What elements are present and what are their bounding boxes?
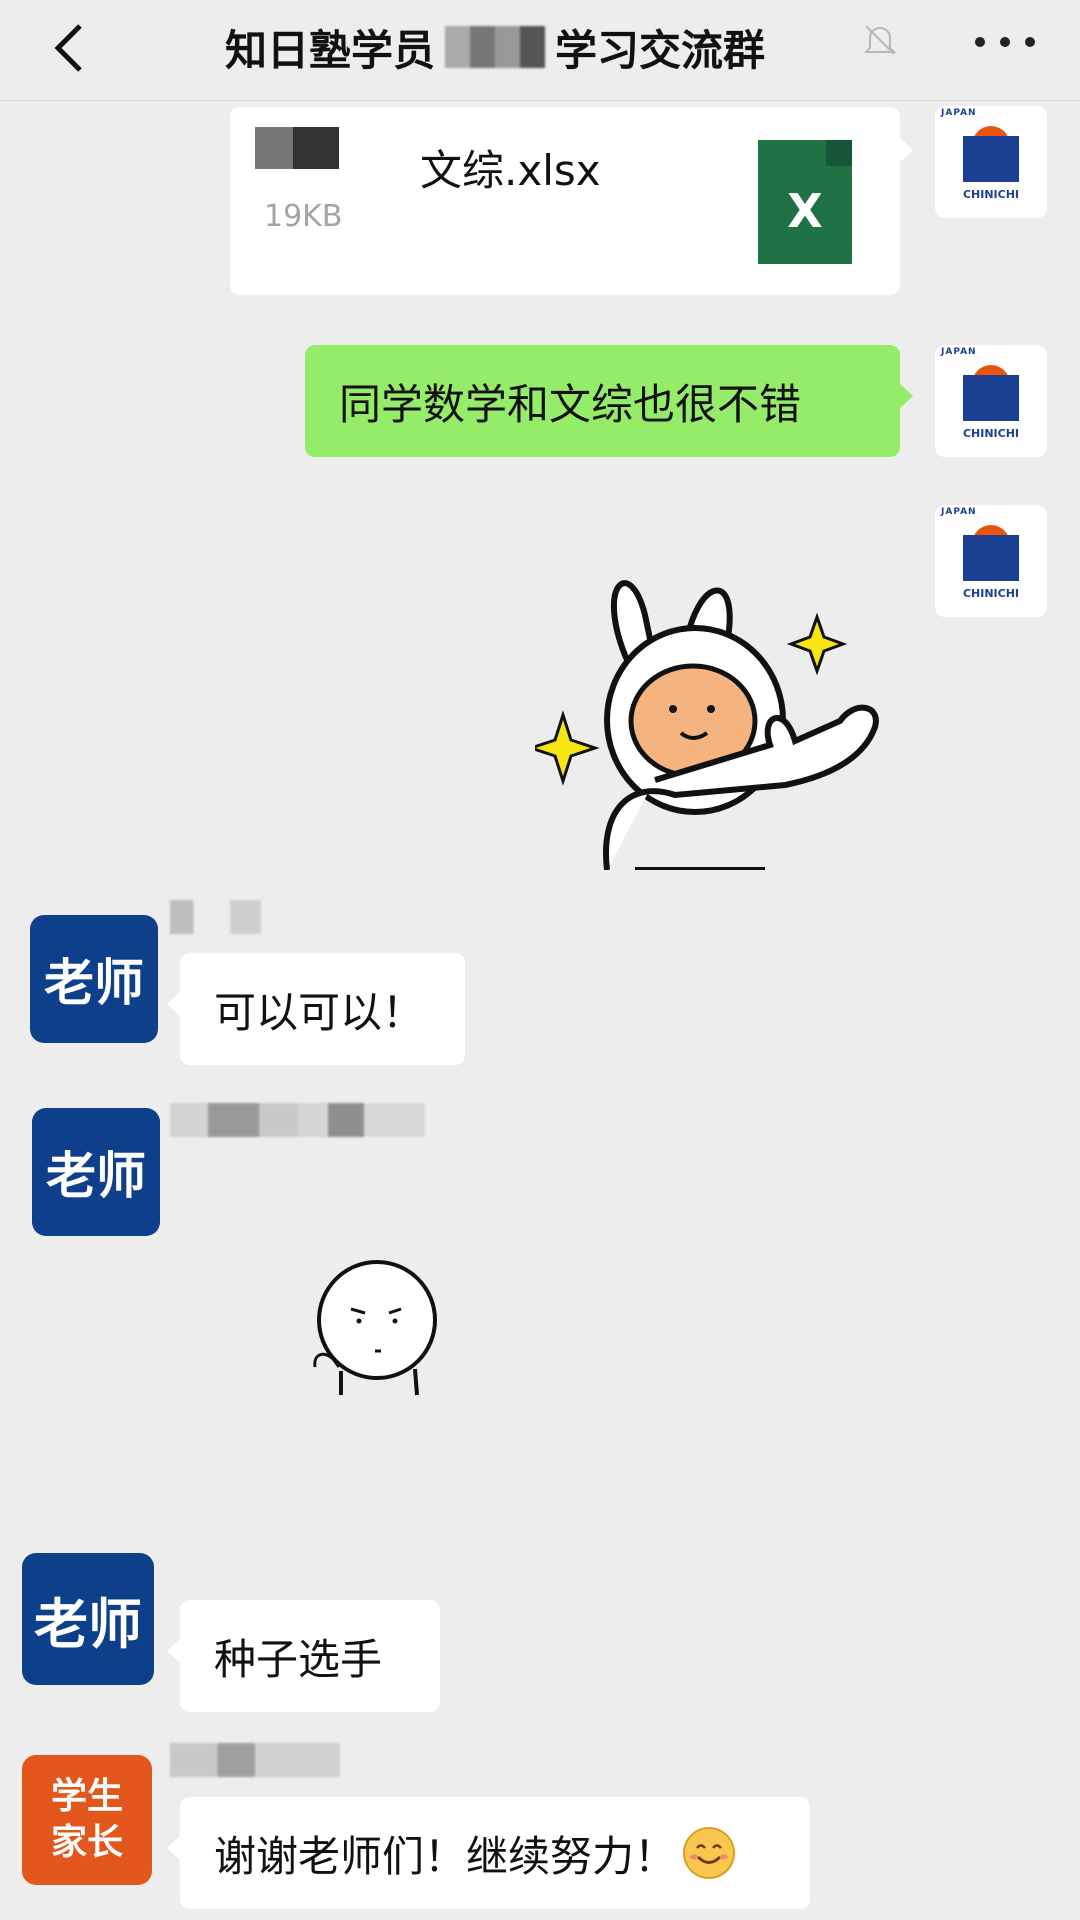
self-message-bubble[interactable]: 同学数学和文综也很不错 (305, 345, 913, 457)
redacted-nickname (170, 1743, 340, 1777)
parent-avatar-line2: 家长 (50, 1822, 123, 1863)
parent-message-bubble[interactable]: 谢谢老师们！继续努力！ (167, 1797, 810, 1909)
teacher-message-text: 种子选手 (214, 1634, 383, 1684)
teacher-message-text: 可以可以！ (214, 987, 425, 1037)
teacher-avatar-label: 老师 (44, 954, 144, 1012)
self-message-text: 同学数学和文综也很不错 (339, 379, 802, 429)
chat-header: 知日塾学员 学习交流群 (0, 0, 1080, 101)
avatar-square-icon (963, 375, 1019, 421)
mute-bell-icon (860, 20, 900, 60)
file-size: 19KB (264, 199, 343, 234)
redacted-block (445, 26, 546, 68)
self-avatar[interactable]: JAPAN CHINICHI (935, 505, 1047, 617)
avatar-brand-tag: JAPAN (941, 347, 977, 357)
excel-file-icon: X (758, 140, 852, 264)
excel-letter: X (787, 184, 823, 238)
teacher-message-bubble[interactable]: 种子选手 (167, 1600, 440, 1712)
redacted-nickname (170, 1103, 425, 1137)
teacher-avatar[interactable]: 老师 (22, 1553, 154, 1685)
teacher-avatar[interactable]: 老师 (30, 915, 158, 1043)
avatar-brand-tag: JAPAN (941, 507, 977, 517)
redacted-nickname (170, 900, 300, 934)
avatar-square-icon (963, 136, 1019, 182)
teacher-message-bubble[interactable]: 可以可以！ (167, 953, 465, 1065)
avatar-brand-caption: CHINICHI (962, 188, 1020, 201)
parent-message-text: 谢谢老师们！继续努力！ (214, 1831, 677, 1881)
file-message[interactable]: 文综.xlsx 19KB X (230, 107, 913, 295)
teacher-avatar[interactable]: 老师 (32, 1108, 160, 1236)
avatar-brand-caption: CHINICHI (962, 587, 1020, 600)
rabbit-thumbs-up-sticker[interactable] (535, 545, 900, 870)
chat-title-prefix: 知日塾学员 (225, 25, 436, 75)
redacted-thumbnail (255, 127, 339, 169)
thinking-face-sticker[interactable] (305, 1255, 445, 1405)
more-icon[interactable] (975, 22, 1035, 62)
smile-emoji-icon (683, 1827, 736, 1879)
self-avatar[interactable]: JAPAN CHINICHI (935, 345, 1047, 457)
avatar-brand-caption: CHINICHI (962, 427, 1020, 440)
teacher-avatar-label: 老师 (34, 1592, 142, 1656)
parent-avatar[interactable]: 学生 家长 (22, 1755, 152, 1885)
avatar-brand-tag: JAPAN (941, 108, 977, 118)
self-avatar[interactable]: JAPAN CHINICHI (935, 106, 1047, 218)
parent-avatar-line1: 学生 (50, 1776, 123, 1817)
avatar-square-icon (963, 535, 1019, 581)
file-name: 文综.xlsx (420, 146, 601, 195)
back-icon[interactable] (40, 18, 100, 78)
chat-title: 知日塾学员 学习交流群 (225, 12, 765, 82)
teacher-avatar-label: 老师 (46, 1147, 146, 1205)
chat-title-suffix: 学习交流群 (555, 25, 766, 75)
